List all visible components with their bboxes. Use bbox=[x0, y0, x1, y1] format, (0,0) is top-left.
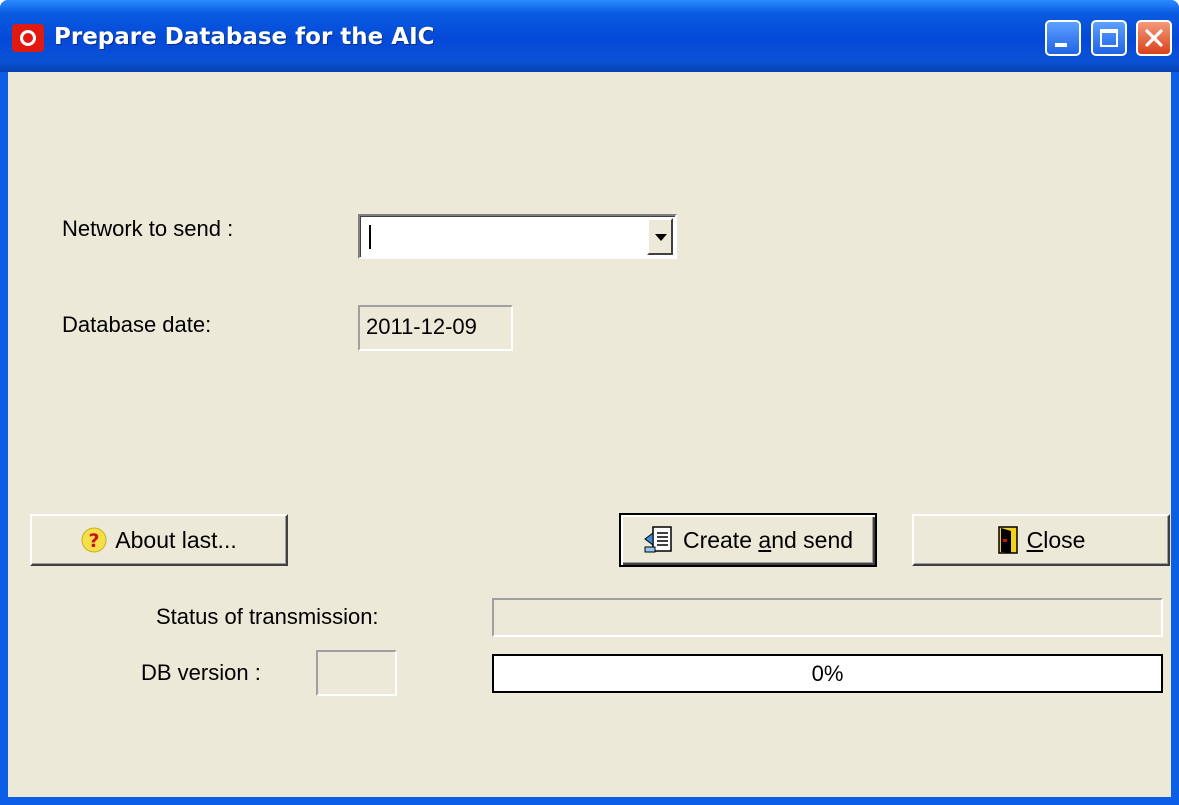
window-title: Prepare Database for the AIC bbox=[54, 24, 435, 50]
dialog-window: Prepare Database for the AIC Network to … bbox=[0, 0, 1179, 805]
database-date-label: Database date: bbox=[62, 312, 212, 337]
text-caret bbox=[369, 225, 371, 249]
progress-bar: 0% bbox=[492, 654, 1163, 693]
db-version-field bbox=[316, 650, 397, 696]
close-label: Close bbox=[1026, 526, 1086, 553]
exit-door-icon bbox=[997, 525, 1019, 555]
status-field bbox=[492, 598, 1163, 637]
maximize-button[interactable] bbox=[1091, 20, 1127, 56]
question-icon: ? bbox=[81, 527, 107, 553]
svg-text:?: ? bbox=[89, 530, 100, 552]
dropdown-arrow-button[interactable] bbox=[647, 218, 673, 255]
about-last-label: About last... bbox=[115, 526, 237, 553]
database-date-value: 2011-12-09 bbox=[366, 314, 477, 339]
app-logo-icon[interactable] bbox=[12, 24, 44, 52]
title-bar[interactable]: Prepare Database for the AIC bbox=[0, 0, 1179, 72]
create-and-send-label: Create and send bbox=[682, 526, 854, 553]
progress-text: 0% bbox=[811, 660, 844, 686]
about-last-button[interactable]: ? About last... bbox=[30, 514, 288, 566]
close-button[interactable]: Close bbox=[912, 514, 1170, 566]
status-label: Status of transmission: bbox=[156, 604, 379, 629]
minimize-button[interactable] bbox=[1045, 20, 1081, 56]
network-select[interactable] bbox=[358, 214, 677, 259]
network-label: Network to send : bbox=[62, 216, 234, 241]
dialog-body: Network to send : Database date: 2011-12… bbox=[8, 72, 1171, 797]
close-window-button[interactable] bbox=[1136, 20, 1172, 56]
close-icon bbox=[1145, 29, 1163, 47]
db-version-label: DB version : bbox=[141, 660, 261, 685]
document-send-icon bbox=[643, 525, 675, 555]
create-and-send-button[interactable]: Create and send bbox=[619, 513, 877, 567]
database-date-field: 2011-12-09 bbox=[358, 305, 513, 351]
